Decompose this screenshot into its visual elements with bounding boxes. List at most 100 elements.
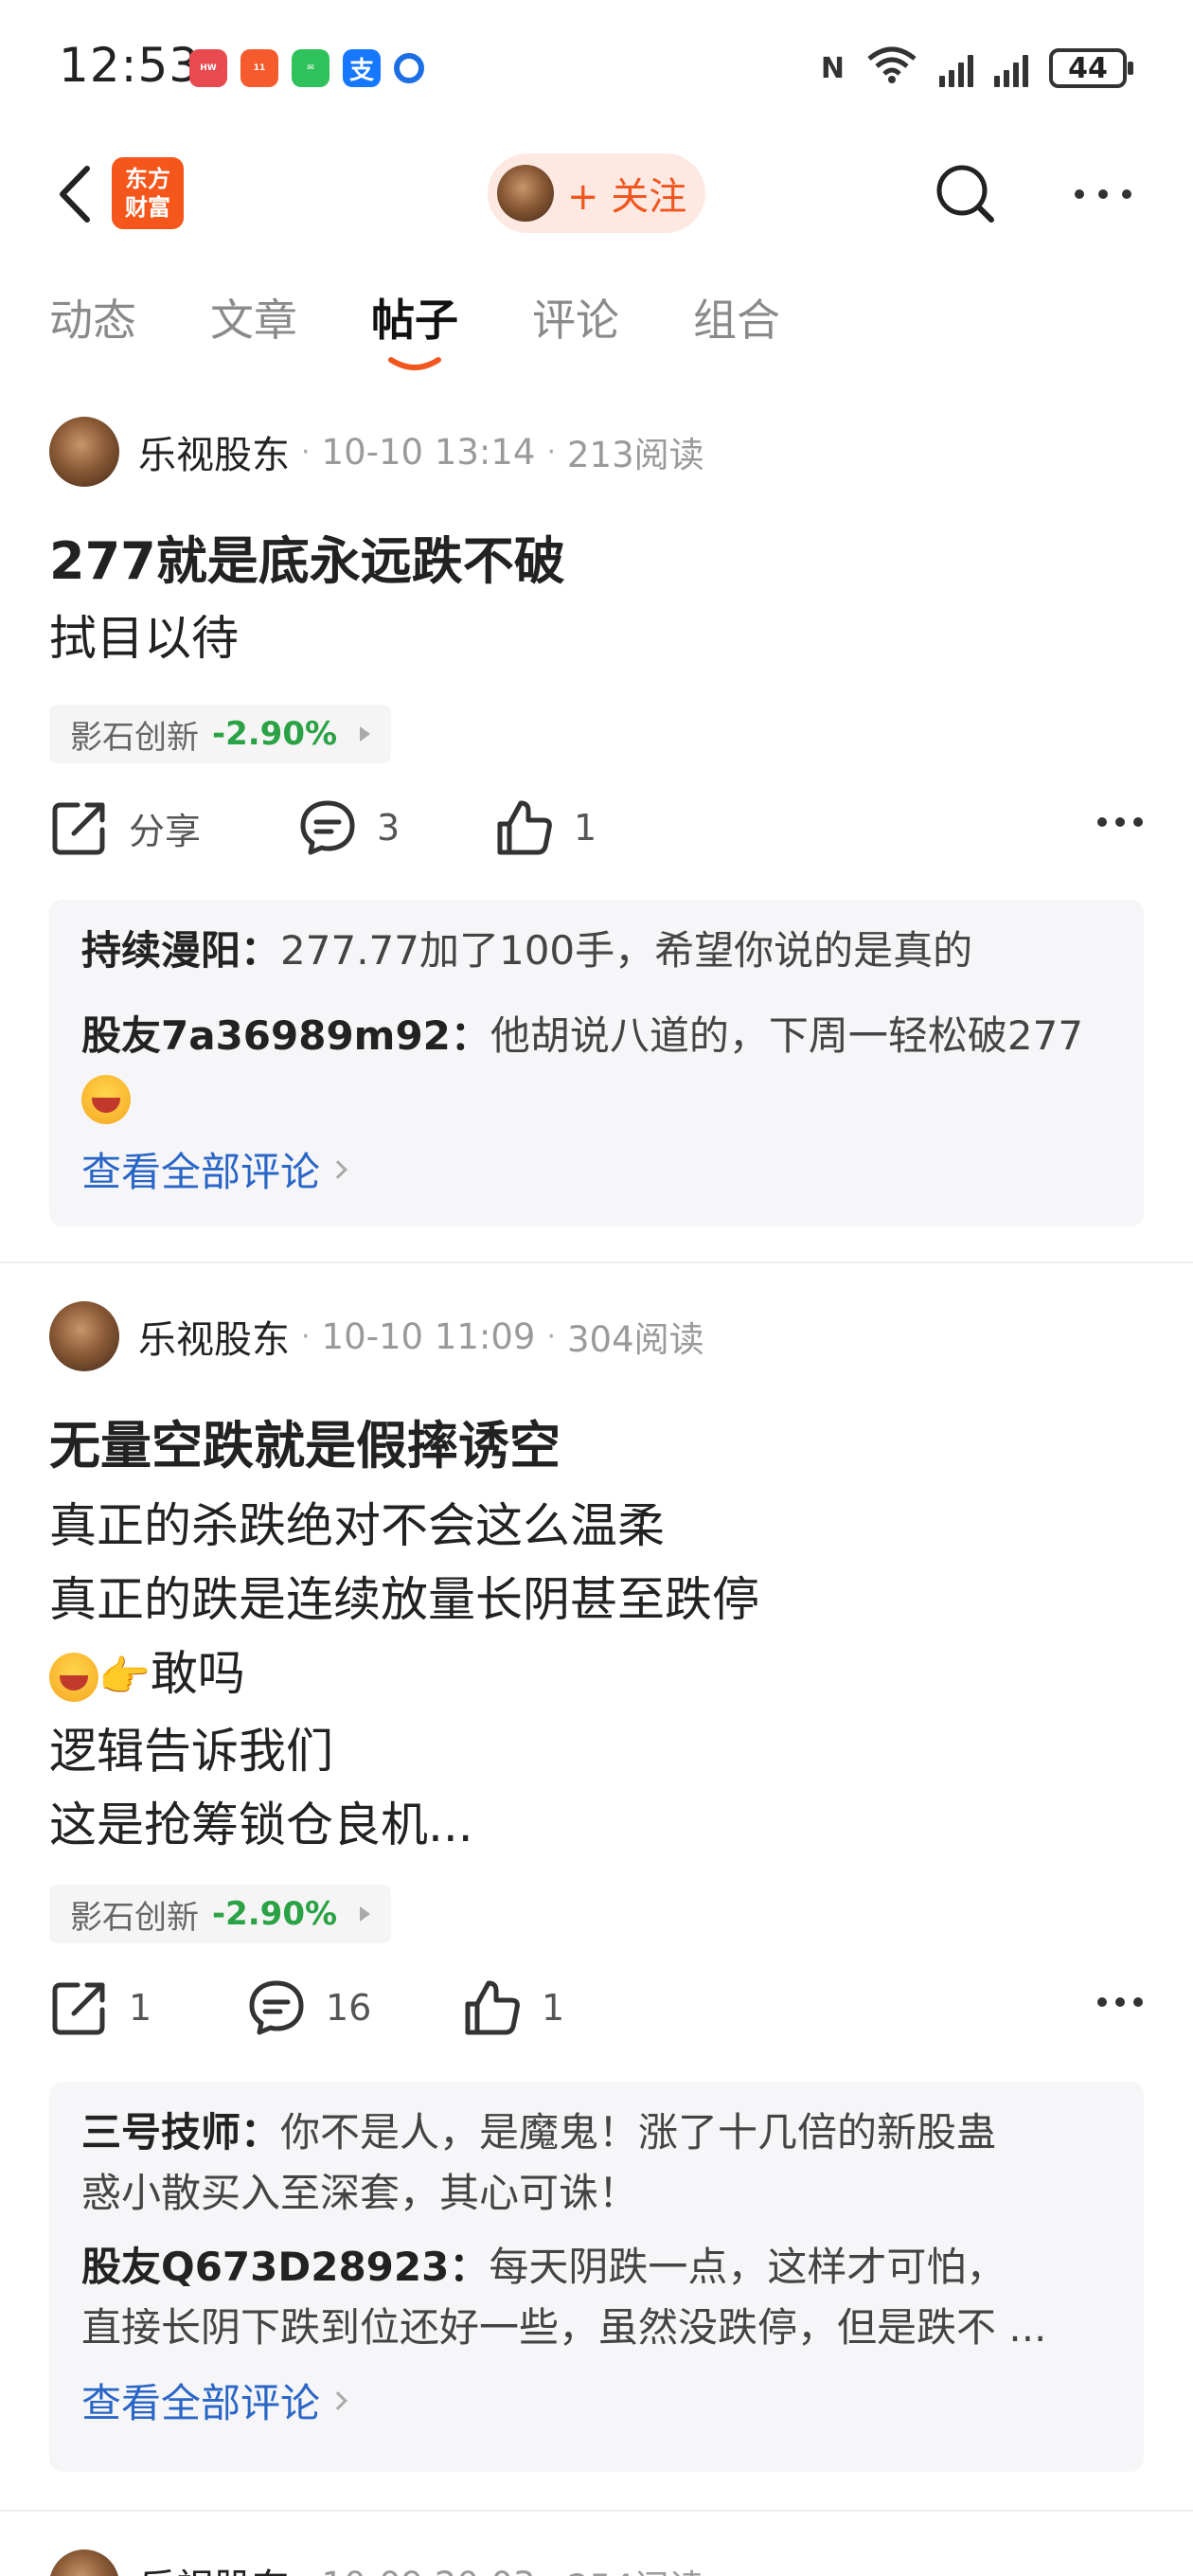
more-icon: [1075, 189, 1131, 199]
tab-posts[interactable]: 帖子: [371, 286, 458, 370]
post-body: 真正的杀跌绝对不会这么温柔 真正的跌是连续放量长阴甚至跌停 👉敢吗 逻辑告诉我们…: [49, 1489, 759, 1862]
more-icon: [1097, 817, 1143, 827]
post-body-text: 敢吗: [150, 1646, 245, 1701]
post-time: 10-10 13:14: [321, 431, 536, 473]
post-actions: 1 16 1: [49, 1977, 1144, 2053]
meta-separator: ·: [301, 1319, 311, 1353]
app-logo: 东方 财富: [112, 157, 184, 229]
comment-item: 股友Q673D28923：每天阴跌一点，这样才可怕， 直接长阴下跌到位还好一些，…: [81, 2237, 1112, 2358]
pointing-hand-icon: 👉: [98, 1652, 151, 1701]
laughing-emoji-icon: [49, 1652, 98, 1702]
triangle-right-icon: [360, 1906, 371, 1922]
stock-tag[interactable]: 影石创新 -2.90%: [49, 1885, 392, 1943]
tab-dynamic[interactable]: 动态: [49, 286, 136, 349]
post-title: 无量空跌就是假摔诱空: [49, 1416, 561, 1476]
signal-icon-2: [994, 49, 1028, 87]
battery-level: 44: [1068, 51, 1108, 85]
avatar: [497, 165, 554, 222]
like-button[interactable]: 1: [462, 1977, 564, 2038]
post-title: 277就是底永远跌不破: [49, 531, 565, 591]
logo-line1: 东方: [125, 166, 170, 192]
share-icon: [52, 802, 105, 855]
stock-change: -2.90%: [212, 715, 338, 753]
battery-icon: 44: [1049, 48, 1133, 88]
nfc-icon: N: [820, 51, 845, 85]
comment-author[interactable]: 股友7a36989m92: [81, 1012, 451, 1059]
post-body-line: 真正的跌是连续放量长阴甚至跌停: [49, 1572, 759, 1627]
comment-button[interactable]: 16: [246, 1977, 371, 2038]
more-icon: [1097, 1997, 1143, 2007]
comment-preview[interactable]: 三号技师：你不是人，是魔鬼！涨了十几倍的新股蛊 惑小散买入至深套，其心可诛！ 股…: [49, 2082, 1144, 2472]
meta-separator: ·: [546, 1319, 556, 1353]
tab-portfolio[interactable]: 组合: [693, 286, 780, 349]
post-more-button[interactable]: [1096, 814, 1144, 832]
comment-author[interactable]: 三号技师: [81, 2109, 240, 2156]
stock-change: -2.90%: [212, 1895, 338, 1933]
post-author[interactable]: 乐视股东: [138, 1309, 290, 1364]
post-body-line: 这是抢筹锁仓良机...: [49, 1797, 473, 1852]
wechat-icon: ✉: [292, 49, 329, 87]
view-all-comments-link[interactable]: 查看全部评论: [81, 1140, 1112, 1198]
share-button[interactable]: 1: [49, 1977, 151, 2038]
avatar[interactable]: [49, 2549, 119, 2576]
notification-icons: HW 11 ✉ 支: [189, 49, 424, 87]
stock-name: 影石创新: [70, 718, 199, 757]
comment-button[interactable]: 3: [297, 797, 400, 858]
tab-comments[interactable]: 评论: [532, 286, 619, 349]
chevron-right-icon: [329, 2390, 347, 2410]
post-header: 乐视股东 · 10-09 20:03 · 254阅读: [49, 2549, 704, 2576]
stock-tag[interactable]: 影石创新 -2.90%: [49, 705, 392, 763]
share-icon: [52, 1982, 105, 2035]
follow-button[interactable]: + 关注: [488, 153, 705, 233]
like-button[interactable]: 1: [494, 797, 596, 858]
post-time: 10-09 20:03: [322, 2565, 536, 2576]
post-reads: 213阅读: [567, 435, 704, 475]
post-actions: 分享 3 1: [49, 797, 1144, 873]
share-label: 分享: [129, 810, 202, 852]
post-more-button[interactable]: [1096, 1995, 1144, 2012]
post-body-line: 真正的杀跌绝对不会这么温柔: [49, 1498, 665, 1553]
alipay-icon: 支: [343, 49, 381, 87]
view-all-comments-link[interactable]: 查看全部评论: [81, 2371, 1112, 2429]
avatar[interactable]: [49, 417, 119, 487]
thumbs-up-icon: [465, 1980, 520, 2035]
post-author[interactable]: 乐视股东: [138, 2557, 290, 2576]
meta-separator: ·: [546, 435, 556, 469]
huawei-icon: HW: [189, 49, 227, 87]
chevron-right-icon: [329, 1159, 347, 1179]
app-circle-icon: [394, 53, 424, 83]
like-count: 1: [542, 1987, 565, 2029]
post-time: 10-10 11:09: [321, 1315, 536, 1357]
comment-text: 你不是人，是魔鬼！涨了十几倍的新股蛊: [280, 2109, 997, 2156]
post-reads: 304阅读: [567, 1319, 704, 1360]
comment-count: 3: [377, 807, 401, 849]
comment-text-line2: 直接长阴下跌到位还好一些，虽然没跌停，但是跌不 ...: [81, 2304, 1047, 2351]
post-body: 拭目以待: [49, 601, 239, 675]
avatar[interactable]: [49, 1301, 119, 1371]
comment-preview[interactable]: 持续漫阳：277.77加了100手，希望你说的是真的 股友7a36989m92：…: [49, 900, 1144, 1226]
tab-bar: 动态 文章 帖子 评论 组合: [49, 286, 780, 370]
search-button[interactable]: [933, 161, 999, 227]
comment-author[interactable]: 持续漫阳: [81, 927, 240, 974]
search-icon: [936, 165, 994, 223]
post-header: 乐视股东 · 10-10 13:14 · 213阅读: [49, 417, 704, 487]
tab-articles[interactable]: 文章: [210, 286, 297, 349]
divider: [0, 1261, 1193, 1263]
taobao-icon: 11: [240, 49, 278, 87]
post-header: 乐视股东 · 10-10 11:09 · 304阅读: [49, 1301, 704, 1371]
post-author[interactable]: 乐视股东: [138, 424, 290, 479]
status-time: 12:53: [59, 38, 201, 93]
post-body-line: 👉敢吗: [49, 1637, 759, 1714]
view-all-label: 查看全部评论: [81, 2380, 321, 2426]
meta-separator: ·: [546, 2568, 556, 2576]
comment-author[interactable]: 股友Q673D28923: [81, 2244, 449, 2290]
laughing-emoji-icon: [81, 1074, 131, 1124]
comment-text: 每天阴跌一点，这样才可怕，: [489, 2244, 1006, 2290]
more-button[interactable]: [1070, 161, 1136, 227]
comment-text-line2: 惑小散买入至深套，其心可诛！: [81, 2170, 639, 2216]
share-button[interactable]: 分享: [49, 797, 201, 858]
triangle-right-icon: [360, 726, 371, 742]
back-button[interactable]: [47, 161, 104, 227]
comment-text: 277.77加了100手，希望你说的是真的: [280, 927, 973, 974]
tab-posts-label: 帖子: [371, 295, 458, 346]
